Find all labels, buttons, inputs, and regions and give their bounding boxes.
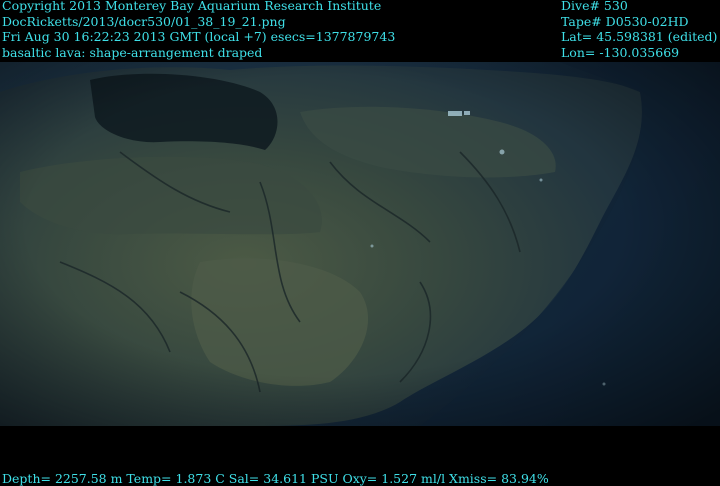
longitude-text: Lon= -130.035669	[561, 44, 680, 60]
video-frame: Copyright 2013 Monterey Bay Aquarium Res…	[0, 0, 720, 486]
overlay-header-left: Copyright 2013 Monterey Bay Aquarium Res…	[2, 0, 395, 60]
image-path-text: DocRicketts/2013/docr530/01_38_19_21.png	[2, 13, 286, 29]
overlay-telemetry: Depth= 2257.58 m Temp= 1.873 C Sal= 34.6…	[2, 471, 549, 486]
description-text: basaltic lava: shape-arrangement draped	[2, 44, 263, 60]
latitude-text: Lat= 45.598381 (edited)	[561, 29, 718, 44]
dive-number-text: Dive# 530	[561, 0, 628, 13]
seafloor-image	[0, 62, 720, 426]
datetime-text: Fri Aug 30 16:22:23 2013 GMT (local +7) …	[2, 29, 396, 44]
copyright-text: Copyright 2013 Monterey Bay Aquarium Res…	[2, 0, 382, 13]
overlay-header-right: Dive# 530 Tape# D0530-02HD Lat= 45.59838…	[561, 0, 717, 60]
tape-id-text: Tape# D0530-02HD	[561, 13, 689, 29]
seafloor-photo	[0, 62, 720, 426]
telemetry-text: Depth= 2257.58 m Temp= 1.873 C Sal= 34.6…	[2, 471, 549, 486]
